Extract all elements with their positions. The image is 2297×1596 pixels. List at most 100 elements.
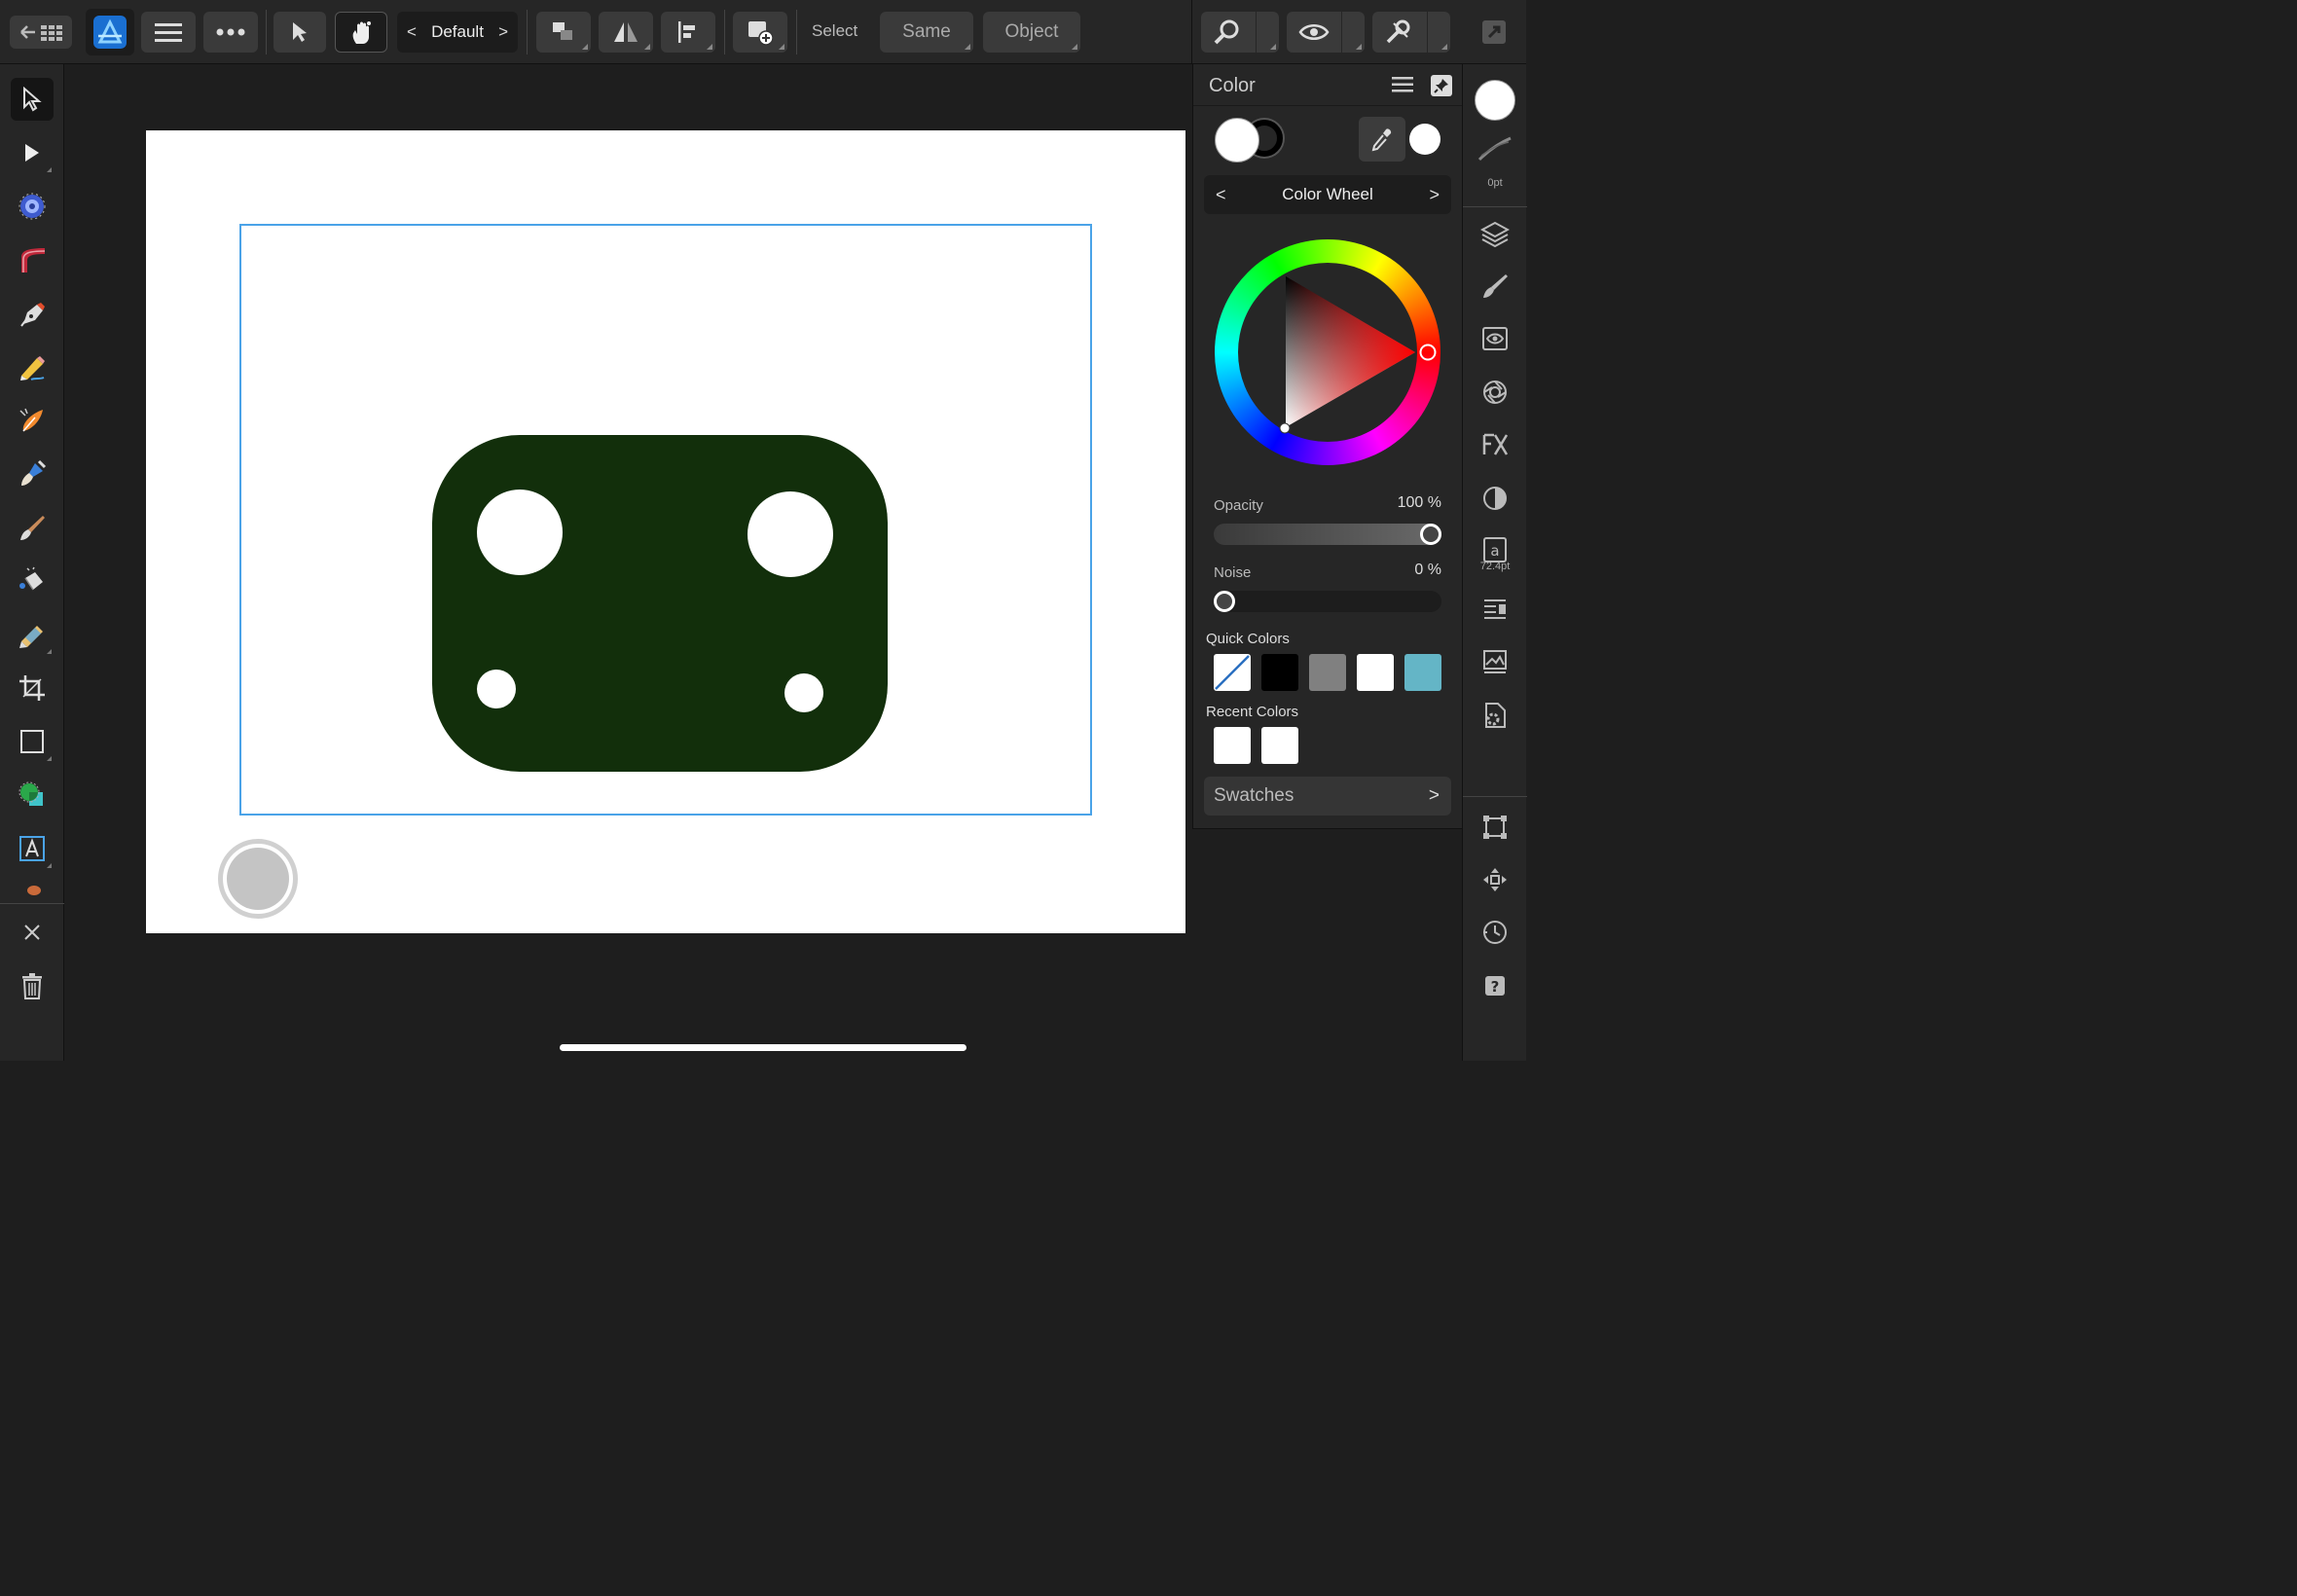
quick-colors-label: Quick Colors xyxy=(1206,631,1290,647)
artboard[interactable] xyxy=(146,130,1185,933)
pin-panel-button[interactable] xyxy=(1431,75,1452,96)
back-to-gallery-button[interactable] xyxy=(10,16,72,49)
fill-brush-icon xyxy=(21,459,47,486)
snapping-button[interactable] xyxy=(1201,12,1279,53)
assistant-button[interactable] xyxy=(1372,12,1450,53)
panel-menu-button[interactable] xyxy=(1392,76,1413,98)
fill-tool[interactable] xyxy=(11,453,54,495)
rectangle-icon xyxy=(20,730,44,753)
paragraph-studio-button[interactable] xyxy=(1477,591,1513,628)
flip-button[interactable] xyxy=(599,12,653,53)
flip-icon xyxy=(614,22,638,42)
quick-color-swatch[interactable] xyxy=(1357,654,1394,691)
more-options-button[interactable] xyxy=(203,12,258,53)
color-mode-selector[interactable]: < Color Wheel > xyxy=(1204,175,1451,214)
rectangle-tool[interactable] xyxy=(11,720,54,763)
select-object-label: Object xyxy=(1004,21,1059,42)
pixel-tool[interactable] xyxy=(11,560,54,602)
symbols-studio-button[interactable] xyxy=(1477,374,1513,411)
selection-mode-button[interactable] xyxy=(273,12,326,53)
view-mode-button[interactable] xyxy=(1287,12,1365,53)
shape-builder-tool[interactable] xyxy=(11,774,54,816)
appearance-studio-button[interactable] xyxy=(1477,320,1513,357)
more-tools-button[interactable] xyxy=(11,876,54,903)
toolbar-divider xyxy=(527,10,528,54)
noise-slider-knob[interactable] xyxy=(1214,591,1235,612)
pencil-tool[interactable] xyxy=(11,345,54,388)
swatches-button[interactable]: Swatches > xyxy=(1204,777,1451,816)
navigator-move-icon xyxy=(1483,868,1507,891)
pin-icon xyxy=(1434,79,1448,93)
close-button[interactable] xyxy=(11,911,54,954)
select-object-button[interactable]: Object xyxy=(983,12,1080,53)
noise-slider[interactable] xyxy=(1214,591,1441,612)
fill-preview-swatch[interactable] xyxy=(1475,80,1515,121)
layers-studio-button[interactable] xyxy=(1477,215,1513,252)
toolbar-divider xyxy=(266,10,267,54)
paint-brush-tool[interactable] xyxy=(11,506,54,549)
recent-color-swatch[interactable] xyxy=(1214,727,1251,764)
stroke-preview-icon[interactable] xyxy=(1476,134,1514,163)
hue-handle[interactable] xyxy=(1419,344,1437,361)
document-settings-button[interactable] xyxy=(1477,697,1513,734)
crop-tool[interactable] xyxy=(11,667,54,709)
navigator-studio-button[interactable] xyxy=(1477,861,1513,898)
canvas-area[interactable] xyxy=(64,64,1191,1061)
opacity-slider-knob[interactable] xyxy=(1420,524,1441,545)
contour-tool[interactable] xyxy=(11,238,54,281)
persona-next-icon[interactable]: > xyxy=(498,22,508,42)
node-tool[interactable] xyxy=(11,131,54,174)
effects-studio-button[interactable] xyxy=(1477,426,1513,463)
persona-switcher[interactable]: < Default > xyxy=(397,12,518,53)
delete-button[interactable] xyxy=(11,964,54,1007)
quick-color-swatch[interactable] xyxy=(1404,654,1441,691)
font-size-label: 72.4pt xyxy=(1479,561,1511,572)
mode-prev-icon[interactable]: < xyxy=(1216,185,1226,205)
recent-color-swatch[interactable] xyxy=(1261,727,1298,764)
help-question-icon: ? xyxy=(1485,976,1505,996)
color-picker-button[interactable] xyxy=(1359,117,1405,162)
tools-panel xyxy=(0,64,64,1061)
stock-studio-button[interactable] xyxy=(1477,643,1513,680)
brushes-studio-button[interactable] xyxy=(1477,268,1513,305)
transparency-tool[interactable] xyxy=(11,613,54,656)
corner-tool[interactable] xyxy=(11,185,54,228)
stock-image-icon xyxy=(1483,650,1507,673)
insert-button[interactable] xyxy=(733,12,787,53)
quick-color-swatch[interactable] xyxy=(1309,654,1346,691)
vector-brush-tool[interactable] xyxy=(11,399,54,442)
picked-color-swatch[interactable] xyxy=(1409,124,1440,155)
persona-prev-icon[interactable]: < xyxy=(407,22,417,42)
styles-studio-button[interactable] xyxy=(1477,480,1513,517)
saturation-handle[interactable] xyxy=(1279,422,1291,434)
pen-tool[interactable] xyxy=(11,292,54,335)
text-tool[interactable] xyxy=(11,827,54,870)
hover-modifier-button[interactable] xyxy=(218,839,298,919)
hole-top-right xyxy=(747,491,833,577)
pen-nib-icon xyxy=(20,303,45,327)
history-studio-button[interactable] xyxy=(1477,914,1513,951)
color-wheel[interactable] xyxy=(1215,239,1440,465)
help-button[interactable]: ? xyxy=(1477,967,1513,1004)
quick-color-none[interactable] xyxy=(1214,654,1251,691)
brush-icon xyxy=(1483,274,1508,298)
shape-builder-icon xyxy=(18,781,43,806)
mode-next-icon[interactable]: > xyxy=(1429,185,1440,205)
fullscreen-button[interactable] xyxy=(1479,18,1509,52)
move-tool[interactable] xyxy=(11,78,54,121)
touch-mode-button[interactable] xyxy=(335,12,387,53)
home-indicator[interactable] xyxy=(560,1044,966,1051)
align-button[interactable] xyxy=(661,12,715,53)
rounded-rectangle-shape[interactable] xyxy=(432,435,888,772)
opacity-slider[interactable] xyxy=(1214,524,1441,545)
quick-color-swatch[interactable] xyxy=(1261,654,1298,691)
document-menu-button[interactable] xyxy=(141,12,196,53)
select-same-button[interactable]: Same xyxy=(880,12,973,53)
transform-studio-button[interactable] xyxy=(1477,809,1513,846)
modifier-inner-circle xyxy=(227,848,289,910)
saturation-triangle[interactable] xyxy=(1215,239,1440,465)
stroke-width-label: 0pt xyxy=(1487,177,1503,189)
fill-color-well[interactable] xyxy=(1215,118,1259,163)
arrange-button[interactable] xyxy=(536,12,591,53)
designer-persona-button[interactable] xyxy=(86,9,134,55)
